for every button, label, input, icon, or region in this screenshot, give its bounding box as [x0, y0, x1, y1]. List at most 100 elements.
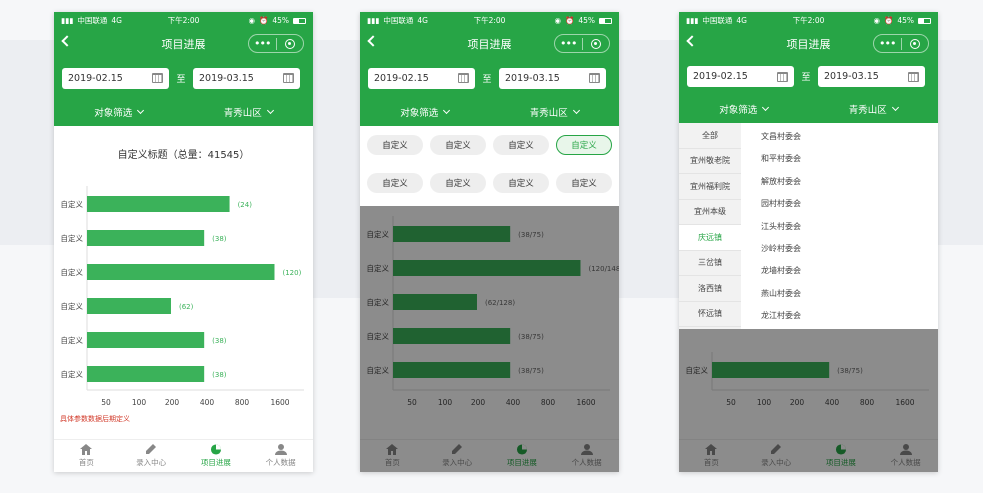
village-list: 文昌村委会 和平村委会 解放村委会 园村村委会 江头村委会 沙岭村委会 龙墙村委会 燕山村委会… — [741, 123, 938, 329]
location-icon: ◉ — [248, 16, 255, 25]
target-icon — [909, 38, 920, 49]
date-separator: 至 — [482, 74, 492, 85]
filter-chip[interactable]: 自定义 — [556, 172, 612, 193]
alarm-icon: ⏰ — [564, 16, 575, 25]
object-filter-dropdown[interactable]: 对象筛选 — [679, 102, 809, 116]
town-item[interactable]: 宜州敬老院 — [679, 149, 741, 174]
filter-chip[interactable]: 自定义 — [367, 135, 423, 155]
town-item[interactable]: 三岔镇 — [679, 251, 741, 276]
object-chip-panel: 自定义 自定义 自定义 自定义 自定义 自定义 自定义 自定义 — [360, 126, 619, 206]
x-tick-label: 200 — [165, 398, 180, 407]
region-filter-dropdown[interactable]: 青秀山区 — [490, 105, 620, 119]
village-item[interactable]: 燕山村委会 — [741, 283, 938, 305]
footnote: 具体参数数据后期定义 — [60, 415, 130, 423]
end-date-picker[interactable]: 2019-03.15 — [818, 66, 925, 87]
category-label: 自定义 — [61, 335, 84, 345]
village-item[interactable]: 解放村委会 — [741, 171, 938, 193]
region-dropdown-panel: 全部 宜州敬老院 宜州福利院 宜州本级 庆远镇 三岔镇 洛西镇 怀远镇 文昌村委会 和平村委会解… — [679, 123, 938, 329]
filter-chip[interactable]: 自定义 — [556, 135, 612, 155]
tab-1[interactable]: 首页 — [54, 440, 119, 472]
tab-3[interactable]: 项目进展 — [184, 440, 249, 472]
region-filter-dropdown[interactable]: 青秀山区 — [184, 105, 314, 119]
bar — [87, 196, 230, 212]
phone-screen-1: ▮▮▮ 中国联通 4G 下午2:00 ◉ ⏰ 45% 项目进展 ••• 2019-02.… — [54, 12, 313, 472]
filter-chip[interactable]: 自定义 — [493, 135, 549, 155]
date-separator: 至 — [176, 74, 186, 85]
x-tick-label: 100 — [132, 398, 147, 407]
filter-chip[interactable]: 自定义 — [430, 135, 486, 155]
phone-screen-2: ▮▮▮ 中国联通 4G 下午2:00 ◉ ⏰ 45% 项目进展 ••• 2019-02.… — [360, 12, 619, 472]
category-label: 自定义 — [61, 199, 84, 209]
more-button[interactable]: ••• — [555, 38, 582, 49]
start-date-picker[interactable]: 2019-02.15 — [687, 66, 794, 87]
object-filter-dropdown[interactable]: 对象筛选 — [54, 105, 184, 119]
village-item[interactable]: 江头村委会 — [741, 216, 938, 238]
capsule-menu: ••• — [554, 34, 610, 53]
town-item[interactable]: 怀远镇 — [679, 302, 741, 327]
start-date-picker[interactable]: 2019-02.15 — [368, 67, 475, 89]
bar-chart: 自定义 (24) 自定义 (38) 自定义 (120) 自定义 (62) 自定义 (38) 自定义 (… — [61, 186, 304, 407]
capsule-menu: ••• — [873, 34, 929, 53]
filter-chip[interactable]: 自定义 — [430, 172, 486, 193]
filter-chip[interactable]: 自定义 — [367, 172, 423, 193]
town-item[interactable]: 宜州福利院 — [679, 174, 741, 200]
battery-icon — [599, 17, 612, 24]
tab-4[interactable]: 个人数据 — [248, 440, 313, 472]
location-icon: ◉ — [873, 16, 880, 25]
value-label: (62) — [179, 303, 194, 311]
phone-screen-3: ▮▮▮ 中国联通 4G 下午2:00 ◉ ⏰ 45% 项目进展 ••• 2019-02.… — [679, 12, 938, 472]
close-miniprogram-button[interactable] — [277, 38, 304, 49]
category-label: 自定义 — [61, 369, 84, 379]
category-label: 自定义 — [61, 301, 84, 311]
x-tick-label: 1600 — [270, 398, 289, 407]
tab-2[interactable]: 录入中心 — [119, 440, 184, 472]
alarm-icon: ⏰ — [258, 16, 269, 25]
chevron-down-icon — [572, 106, 580, 115]
town-item[interactable]: 宜州本级 — [679, 200, 741, 225]
village-item[interactable]: 龙墙村委会 — [741, 260, 938, 282]
status-bar: ▮▮▮ 中国联通 4G 下午2:00 ◉ ⏰ 45% — [679, 12, 938, 29]
value-label: (38) — [212, 337, 227, 345]
end-date-picker[interactable]: 2019-03.15 — [193, 67, 300, 89]
status-bar: ▮▮▮ 中国联通 4G 下午2:00 ◉ ⏰ 45% — [54, 12, 313, 29]
date-separator: 至 — [801, 73, 811, 83]
date-range: 2019-02.15 至 2019-03.15 — [54, 58, 313, 98]
bar — [87, 366, 205, 382]
dim-overlay[interactable] — [360, 206, 619, 472]
bar — [87, 230, 205, 246]
close-miniprogram-button[interactable] — [902, 38, 929, 49]
village-item[interactable]: 文昌村委会 — [741, 126, 938, 148]
calendar-icon — [908, 71, 919, 82]
bar — [87, 332, 205, 348]
region-filter-dropdown[interactable]: 青秀山区 — [809, 102, 939, 116]
town-item[interactable]: 全部 — [679, 123, 741, 149]
status-bar: ▮▮▮ 中国联通 4G 下午2:00 ◉ ⏰ 45% — [360, 12, 619, 29]
dim-overlay[interactable] — [679, 329, 938, 472]
tab-label: 个人数据 — [265, 458, 296, 467]
start-date-picker[interactable]: 2019-02.15 — [62, 67, 169, 89]
object-filter-dropdown[interactable]: 对象筛选 — [360, 105, 490, 119]
bar — [87, 264, 275, 280]
more-button[interactable]: ••• — [874, 38, 901, 49]
battery-icon — [293, 17, 306, 24]
target-icon — [590, 38, 601, 49]
village-item[interactable]: 龙江村委会 — [741, 305, 938, 327]
chevron-down-icon — [443, 106, 451, 115]
village-item[interactable]: 沙岭村委会 — [741, 238, 938, 260]
village-item[interactable]: 和平村委会 — [741, 148, 938, 170]
alarm-icon: ⏰ — [883, 16, 894, 25]
value-label: (38) — [212, 371, 227, 379]
end-date-picker[interactable]: 2019-03.15 — [499, 67, 606, 89]
pen-icon — [145, 444, 157, 455]
town-item[interactable]: 庆远镇 — [679, 225, 741, 251]
village-item[interactable]: 园村村委会 — [741, 193, 938, 215]
filter-chip[interactable]: 自定义 — [493, 172, 549, 193]
chevron-down-icon — [137, 106, 145, 115]
close-miniprogram-button[interactable] — [583, 38, 610, 49]
more-button[interactable]: ••• — [249, 38, 276, 49]
town-item[interactable]: 洛西镇 — [679, 276, 741, 302]
x-tick-label: 400 — [200, 398, 215, 407]
category-label: 自定义 — [61, 233, 84, 243]
chevron-down-icon — [891, 103, 899, 112]
calendar-icon — [283, 73, 294, 83]
